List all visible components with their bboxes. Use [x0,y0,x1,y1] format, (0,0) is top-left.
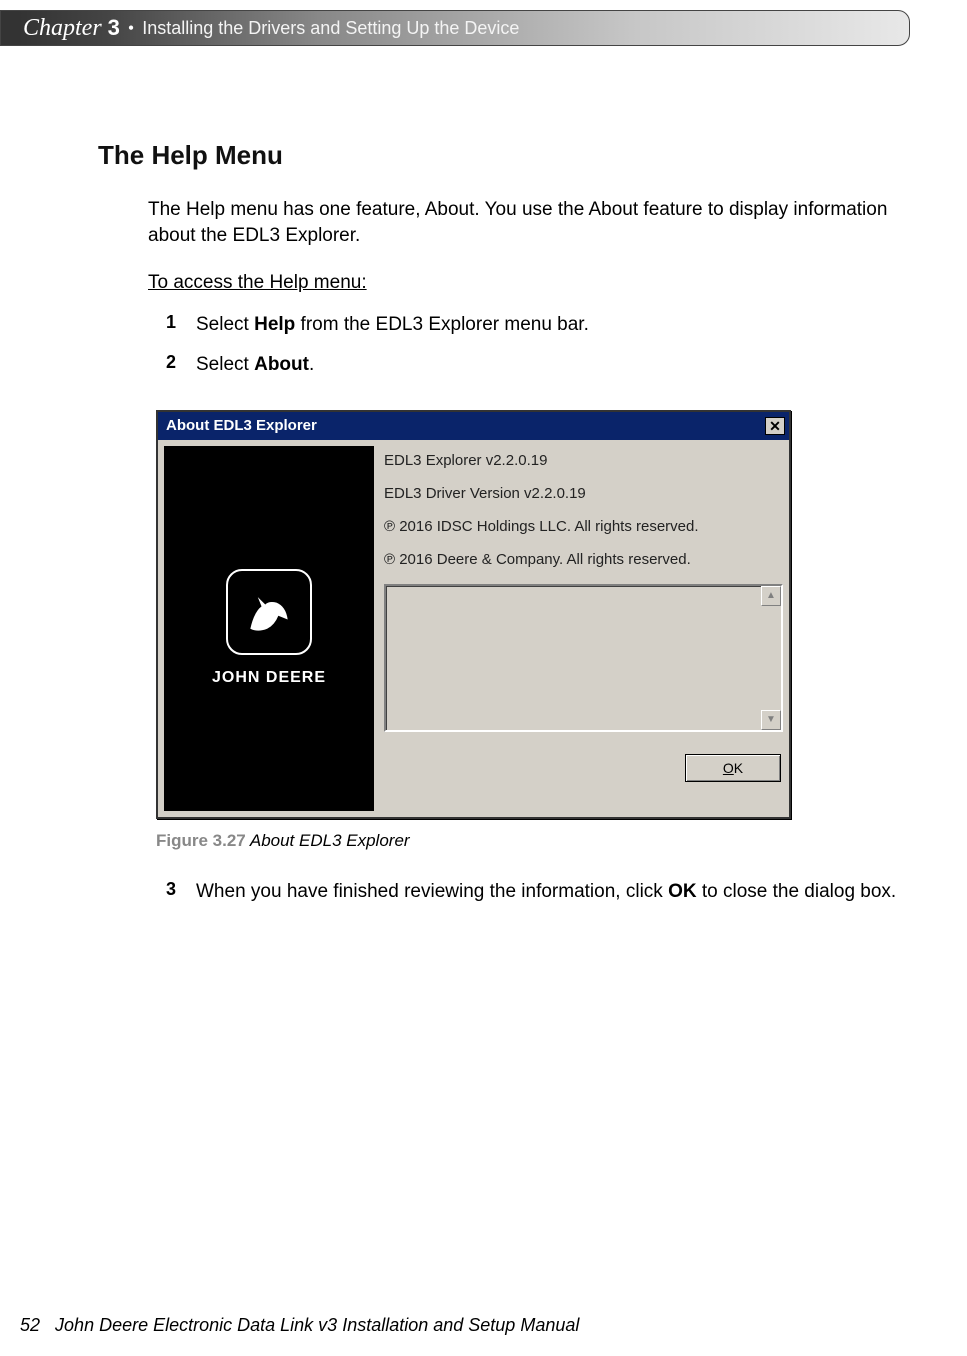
chapter-header: Chapter 3 • Installing the Drivers and S… [0,10,910,48]
copyright-line-1: ℗ 2016 IDSC Holdings LLC. All rights res… [384,518,783,535]
textarea-inner [386,586,761,730]
ok-rest: K [734,760,743,776]
dialog-button-row: OK [384,754,783,782]
scrollbar[interactable]: ▲ ▼ [761,586,781,730]
intro-paragraph: The Help menu has one feature, About. Yo… [148,197,898,248]
close-button[interactable]: ✕ [765,417,785,435]
chapter-separator: • [128,18,134,39]
chapter-word: Chapter [23,15,102,42]
about-dialog: About EDL3 Explorer ✕ JOHN DEERE EDL3 Ex… [156,410,791,819]
step-number: 2 [166,352,196,378]
step-2: 2 Select About. [166,352,898,378]
figure: About EDL3 Explorer ✕ JOHN DEERE EDL3 Ex… [156,410,898,819]
ok-button[interactable]: OK [685,754,781,782]
page-number: 52 [20,1315,40,1335]
step-text-bold: Help [254,314,295,335]
step-text-post: to close the dialog box. [697,881,897,902]
close-icon: ✕ [769,419,781,433]
chevron-down-icon: ▼ [766,714,776,725]
chapter-number: 3 [108,15,120,41]
figure-caption-text: About EDL3 Explorer [246,831,410,850]
details-textarea[interactable]: ▲ ▼ [384,584,783,732]
page-footer: 52 John Deere Electronic Data Link v3 In… [20,1315,579,1336]
app-version-line: EDL3 Explorer v2.2.0.19 [384,452,783,469]
step-number: 3 [166,879,196,905]
copyright-line-2: ℗ 2016 Deere & Company. All rights reser… [384,551,783,568]
step-text: When you have finished reviewing the inf… [196,879,896,905]
driver-version-line: EDL3 Driver Version v2.2.0.19 [384,485,783,502]
dialog-body: JOHN DEERE EDL3 Explorer v2.2.0.19 EDL3 … [158,440,789,817]
figure-label: Figure 3.27 [156,831,246,850]
footer-title: John Deere Electronic Data Link v3 Insta… [55,1315,579,1335]
step-text-post: . [309,354,314,375]
figure-caption: Figure 3.27 About EDL3 Explorer [156,831,898,851]
chevron-up-icon: ▲ [766,590,776,601]
step-text: Select Help from the EDL3 Explorer menu … [196,312,589,338]
step-text: Select About. [196,352,314,378]
brand-panel: JOHN DEERE [164,446,374,811]
step-text-pre: When you have finished reviewing the inf… [196,881,668,902]
page-content: The Help Menu The Help menu has one feat… [98,140,898,904]
step-text-pre: Select [196,314,254,335]
step-text-post: from the EDL3 Explorer menu bar. [295,314,589,335]
brand-name: JOHN DEERE [212,669,326,687]
chapter-title: Installing the Drivers and Setting Up th… [142,18,519,39]
step-text-bold: OK [668,881,697,902]
step-text-bold: About [254,354,309,375]
step-3: 3 When you have finished reviewing the i… [166,879,898,905]
ok-underline: O [723,760,734,776]
info-panel: EDL3 Explorer v2.2.0.19 EDL3 Driver Vers… [374,446,783,811]
deer-logo-icon [226,569,312,655]
dialog-titlebar: About EDL3 Explorer ✕ [158,412,789,440]
section-heading: The Help Menu [98,140,898,171]
step-text-pre: Select [196,354,254,375]
chapter-tab: Chapter 3 • Installing the Drivers and S… [0,10,910,46]
scroll-up-button[interactable]: ▲ [761,586,781,606]
dialog-title: About EDL3 Explorer [166,417,317,434]
step-1: 1 Select Help from the EDL3 Explorer men… [166,312,898,338]
scroll-down-button[interactable]: ▼ [761,710,781,730]
step-number: 1 [166,312,196,338]
procedure-heading: To access the Help menu: [148,272,898,294]
